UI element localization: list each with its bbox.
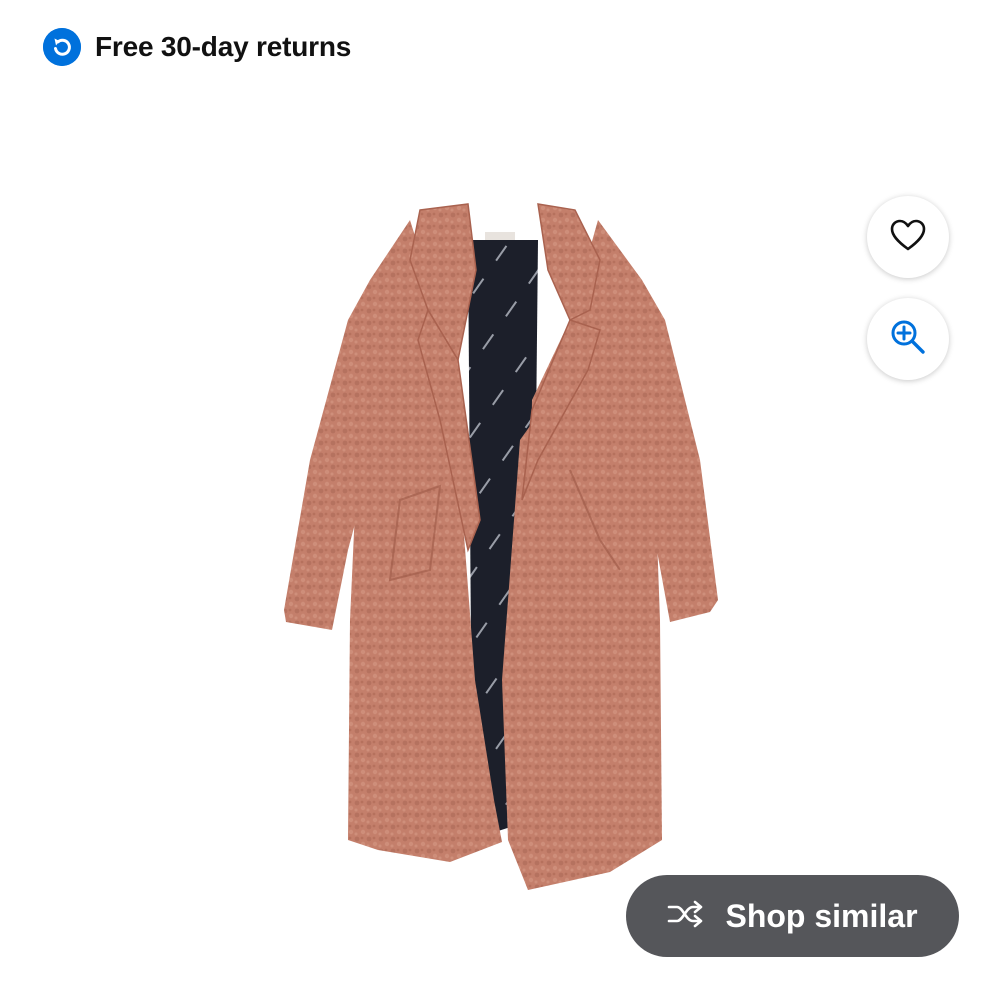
- returns-banner: Free 30-day returns: [43, 28, 351, 66]
- return-arrow-icon: [43, 28, 81, 66]
- heart-icon: [889, 218, 927, 257]
- shop-similar-button[interactable]: Shop similar: [626, 875, 959, 957]
- shop-similar-label: Shop similar: [725, 897, 918, 934]
- zoom-in-icon: [888, 317, 928, 362]
- product-image[interactable]: [270, 200, 740, 900]
- favorite-button[interactable]: [867, 196, 949, 278]
- coat-image: [284, 203, 718, 890]
- shuffle-icon: [667, 900, 703, 933]
- returns-label: Free 30-day returns: [95, 31, 352, 62]
- zoom-button[interactable]: [867, 298, 949, 380]
